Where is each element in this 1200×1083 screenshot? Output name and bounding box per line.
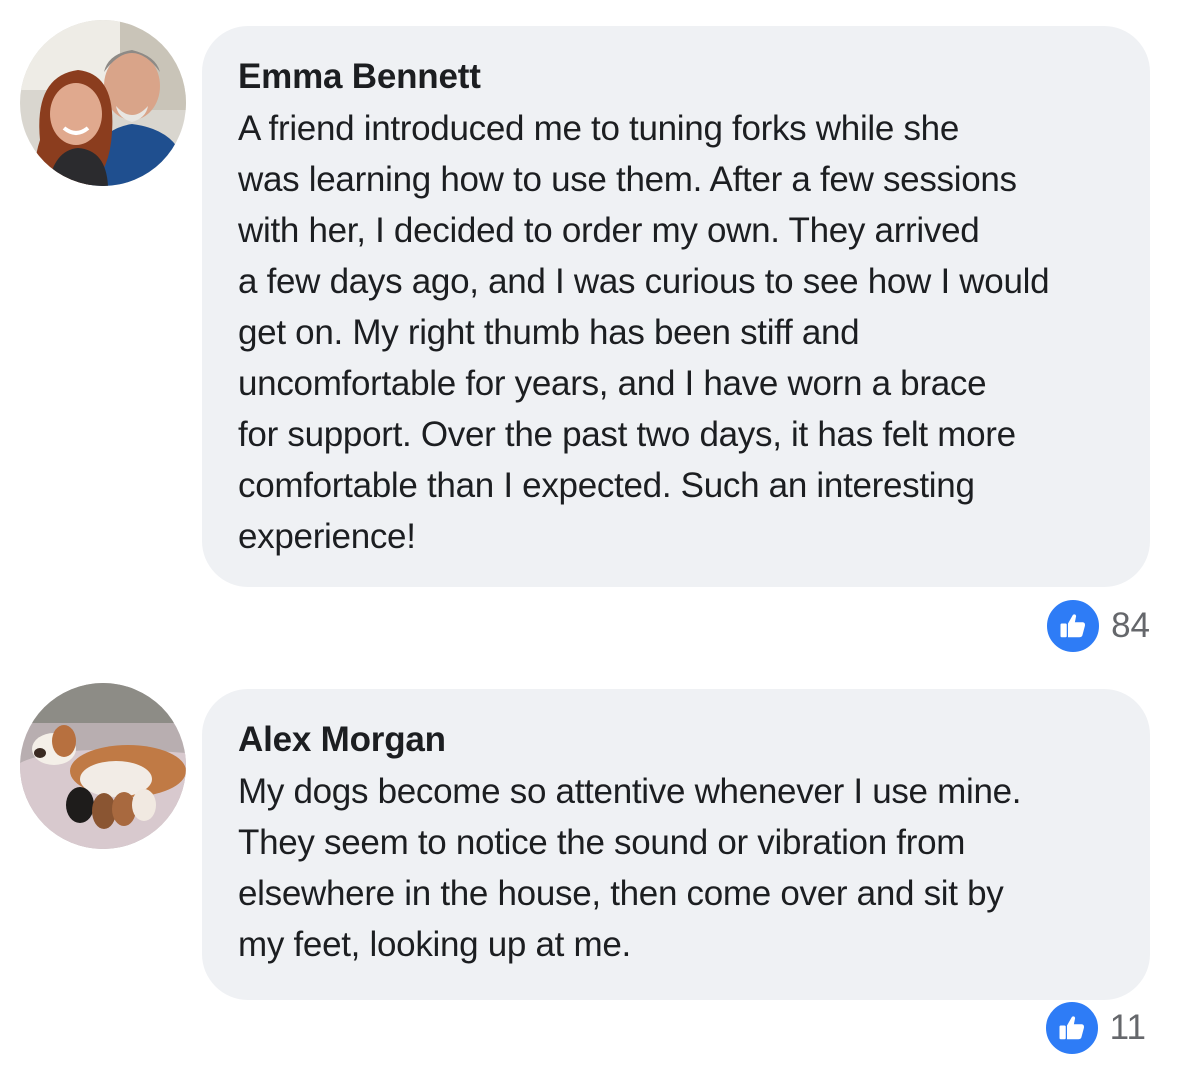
comment-text-line: elsewhere in the house, then come over a… <box>238 874 1004 913</box>
like-count: 11 <box>1109 1008 1146 1047</box>
thumbs-up-icon <box>1045 598 1102 654</box>
like-reaction[interactable]: 11 <box>1043 1000 1146 1056</box>
comment-text-line: get on. My right thumb has been stiff an… <box>238 313 860 352</box>
avatar-emma-bennett[interactable] <box>20 20 186 186</box>
thumbs-up-icon <box>1043 1000 1100 1056</box>
comment-text: A friend introduced me to tuning forks w… <box>238 103 1120 562</box>
comment-text-line: my feet, looking up at me. <box>238 925 631 964</box>
comment-author-name[interactable]: Emma Bennett <box>238 52 481 102</box>
comment-bubble: Alex Morgan My dogs become so attentive … <box>202 689 1150 1000</box>
avatar-photo-couple <box>20 20 186 186</box>
comment-text-line: for support. Over the past two days, it … <box>238 415 1016 454</box>
comment-text-line: A friend introduced me to tuning forks w… <box>238 109 960 148</box>
comment-text-line: a few days ago, and I was curious to see… <box>238 262 1050 301</box>
like-count: 84 <box>1111 606 1150 645</box>
comment-text-line: was learning how to use them. After a fe… <box>238 160 1017 199</box>
comment-text: My dogs become so attentive whenever I u… <box>238 766 1120 970</box>
comment-author-name[interactable]: Alex Morgan <box>238 715 446 765</box>
avatar-photo-dog-with-puppies <box>20 683 186 849</box>
comment-text-line: My dogs become so attentive whenever I u… <box>238 772 1022 811</box>
comment-text-line: experience! <box>238 517 416 556</box>
comment-text-line: uncomfortable for years, and I have worn… <box>238 364 987 403</box>
comment-text-line: They seem to notice the sound or vibrati… <box>238 823 966 862</box>
comment-text-line: with her, I decided to order my own. The… <box>238 211 980 250</box>
comment-text-line: comfortable than I expected. Such an int… <box>238 466 975 505</box>
avatar-alex-morgan[interactable] <box>20 683 186 849</box>
comment-bubble: Emma Bennett A friend introduced me to t… <box>202 26 1150 587</box>
like-reaction[interactable]: 84 <box>1045 598 1150 654</box>
